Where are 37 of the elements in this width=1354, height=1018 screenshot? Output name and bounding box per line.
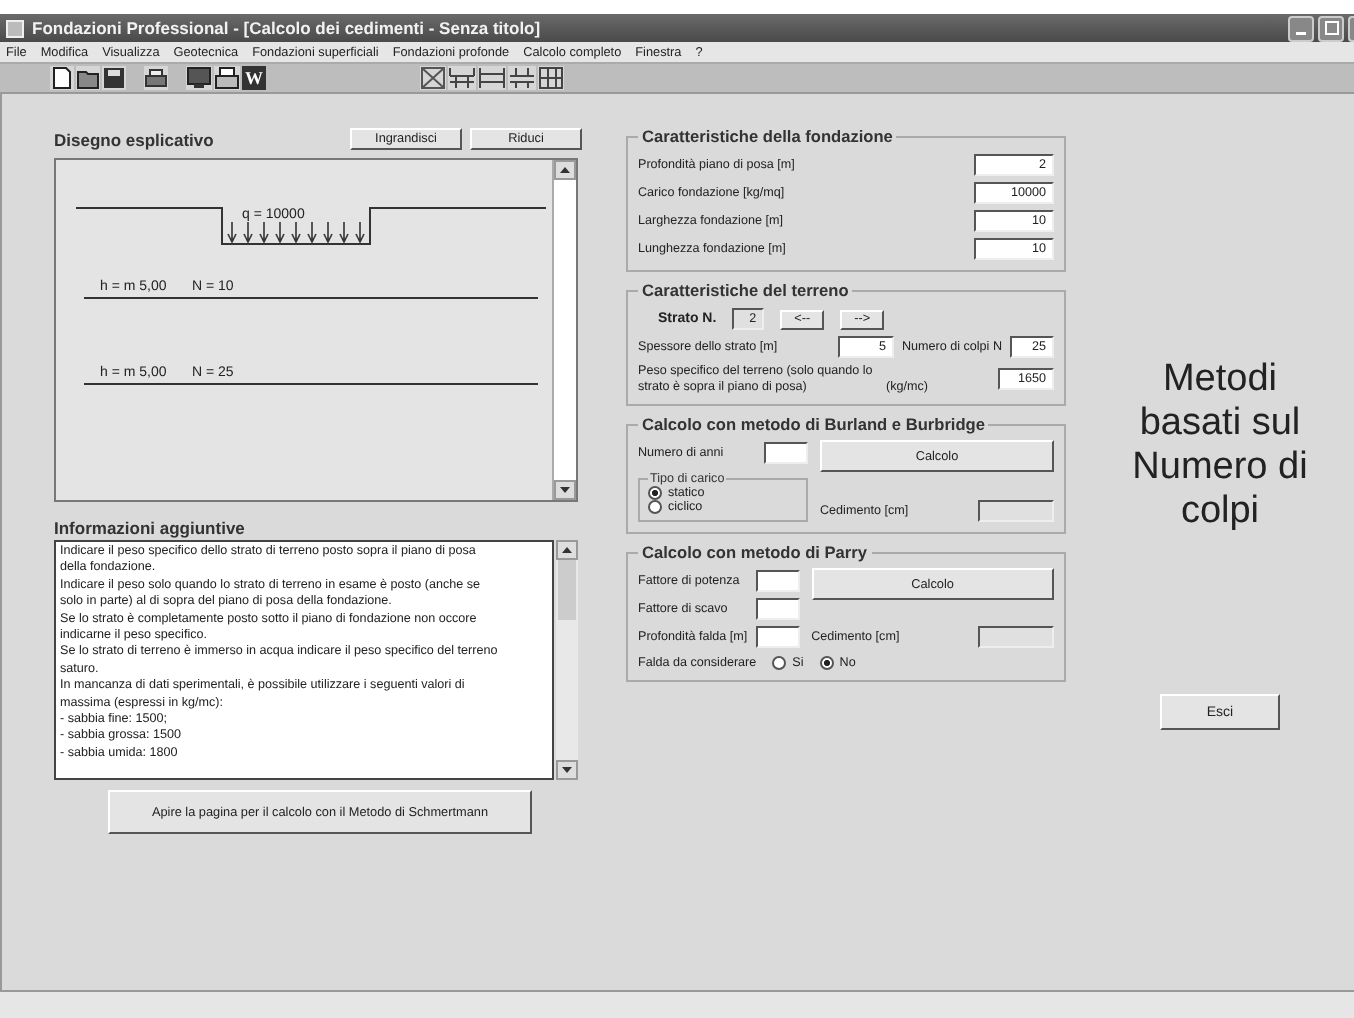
result-field bbox=[978, 626, 1054, 648]
group-title: Caratteristiche della fondazione bbox=[640, 126, 895, 146]
maximize-button[interactable] bbox=[1318, 15, 1344, 41]
scrollbar[interactable] bbox=[552, 160, 576, 500]
method-heading: Metodi basati sul Numero di colpi bbox=[1130, 358, 1310, 534]
grid-icon[interactable] bbox=[538, 66, 564, 90]
section-title: Disegno esplicativo bbox=[54, 130, 214, 150]
result-field bbox=[978, 500, 1054, 522]
scrollbar[interactable] bbox=[556, 540, 578, 780]
group-title: Calcolo con metodo di Burland e Burbridge bbox=[640, 414, 987, 434]
open-folder-icon[interactable] bbox=[76, 66, 100, 90]
scroll-up-icon[interactable] bbox=[556, 540, 578, 560]
maximize-icon bbox=[1323, 20, 1339, 36]
scroll-down-icon[interactable] bbox=[556, 760, 578, 780]
monitor-icon[interactable] bbox=[186, 66, 212, 90]
beam-icon[interactable] bbox=[448, 66, 476, 90]
scroll-thumb[interactable] bbox=[558, 560, 576, 620]
new-file-icon[interactable] bbox=[50, 66, 74, 90]
app-icon bbox=[6, 19, 24, 37]
scroll-down-icon[interactable] bbox=[554, 480, 576, 500]
input-field[interactable] bbox=[755, 626, 800, 648]
cross-box-icon[interactable] bbox=[420, 66, 446, 90]
beam-icon[interactable] bbox=[508, 66, 536, 90]
group-title: Caratteristiche del terreno bbox=[640, 280, 851, 300]
minimize-button[interactable] bbox=[1288, 15, 1314, 41]
input-field[interactable] bbox=[764, 442, 808, 464]
word-button[interactable]: W bbox=[242, 66, 266, 90]
save-icon[interactable] bbox=[102, 66, 126, 90]
printer-icon[interactable] bbox=[214, 66, 240, 90]
input-field[interactable] bbox=[755, 598, 800, 620]
section-title: Informazioni aggiuntive bbox=[54, 518, 247, 538]
group-title: Calcolo con metodo di Parry bbox=[640, 542, 869, 562]
input-field[interactable] bbox=[755, 570, 800, 592]
beam-icon[interactable] bbox=[478, 66, 506, 90]
printer-icon[interactable] bbox=[144, 66, 168, 90]
scroll-up-icon[interactable] bbox=[554, 160, 576, 180]
window-title: Fondazioni Professional - [Calcolo dei cedimenti - Senza titolo] bbox=[32, 18, 543, 38]
